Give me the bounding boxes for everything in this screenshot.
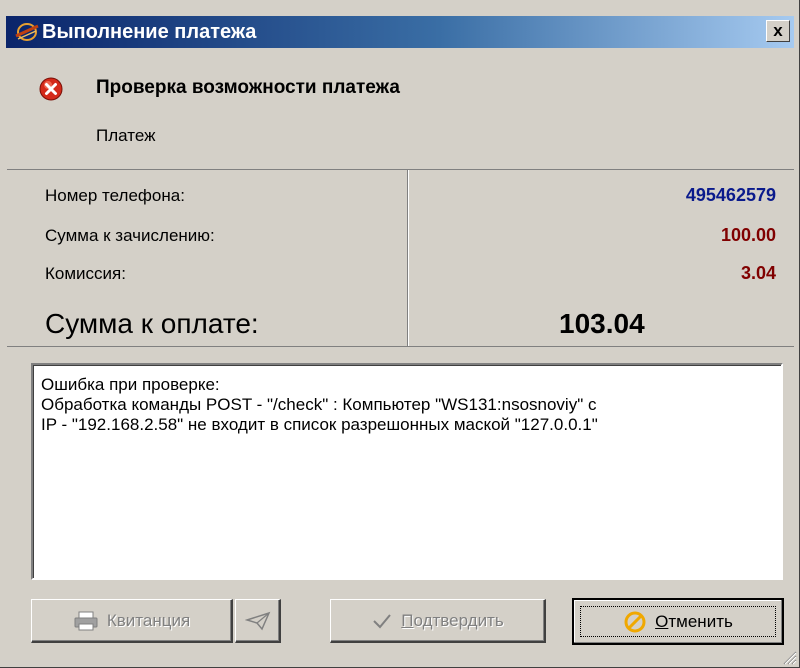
resize-grip-icon[interactable] [779,647,797,665]
receipt-button-label: Квитанция [106,610,191,630]
message-line: Ошибка при проверке: [41,375,220,394]
payment-summary: Номер телефона: 495462579 Сумма к зачисл… [7,169,794,347]
column-divider [407,170,409,346]
receipt-button[interactable]: Квитанция [31,599,233,643]
total-label: Сумма к оплате: [45,308,259,339]
error-message-box[interactable]: Ошибка при проверке: Обработка команды P… [31,363,783,580]
dialog-subheading: Платеж [96,126,156,145]
payment-dialog: Выполнение платежа x Проверка возможност… [0,0,800,668]
dialog-heading: Проверка возможности платежа [96,77,400,98]
commission-value: 3.04 [740,263,776,283]
focus-rectangle [580,606,776,637]
close-button[interactable]: x [766,20,790,42]
message-line: IP - "192.168.2.58" не входит в список р… [41,415,598,434]
error-icon [39,77,63,101]
window-title: Выполнение платежа [42,21,257,43]
message-line: Обработка команды POST - "/check" : Комп… [41,395,597,414]
commission-label: Комиссия: [45,264,126,283]
app-logo-icon [15,23,39,41]
send-button[interactable] [235,599,281,643]
credit-amount-value: 100.00 [720,225,776,245]
confirm-button-label: Подтвердить [401,610,504,630]
paper-plane-icon [244,611,270,630]
phone-number-label: Номер телефона: [45,186,185,205]
checkmark-icon [373,613,392,628]
phone-number-value: 495462579 [685,185,776,205]
cancel-button[interactable]: Отменить [572,598,784,645]
total-value: 103.04 [559,308,645,339]
printer-icon [74,611,98,630]
close-icon: x [773,21,783,40]
title-bar[interactable]: Выполнение платежа x [6,16,794,48]
confirm-button[interactable]: Подтвердить [330,599,546,643]
credit-amount-label: Сумма к зачислению: [45,226,215,245]
